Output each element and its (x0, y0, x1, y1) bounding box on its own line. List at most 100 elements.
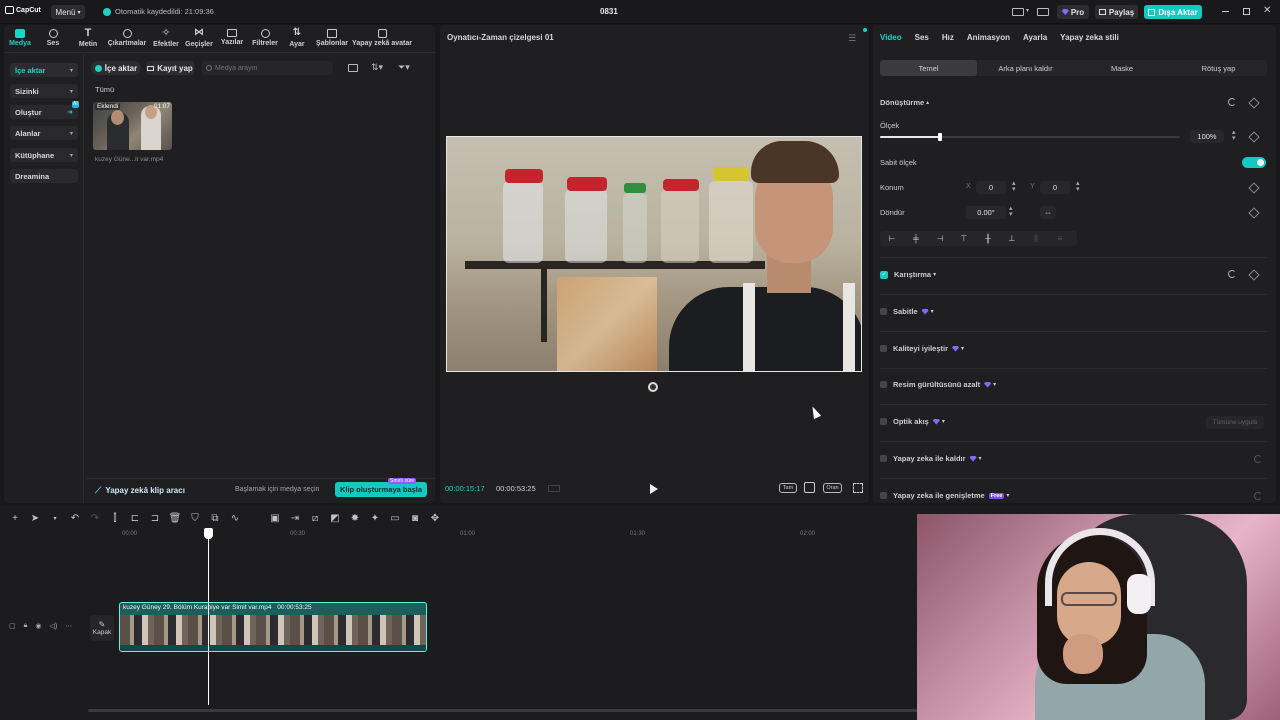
filter-all-label[interactable]: Tümü (95, 85, 114, 94)
playhead-handle[interactable] (204, 528, 213, 539)
search-input[interactable] (215, 64, 325, 72)
checkbox[interactable] (880, 492, 887, 499)
delete-icon[interactable]: 🗑 (169, 512, 182, 524)
remove-bg-icon[interactable]: ✸ (349, 512, 361, 524)
grid-view-icon[interactable] (348, 64, 358, 72)
start-clip-button[interactable]: Klip oluşturmaya başla (335, 482, 427, 497)
select-cursor-icon[interactable]: ➤ (29, 512, 41, 524)
lock-icon[interactable]: 🔒︎ (24, 622, 28, 630)
pos-x-field[interactable]: 0 (976, 181, 1006, 194)
track-expand-icon[interactable]: ▢ (9, 622, 16, 630)
media-search[interactable] (202, 61, 333, 75)
tab-ai-style[interactable]: Yapay zeka stili (1060, 33, 1119, 42)
distribute-v-icon[interactable]: ≡ (1048, 234, 1072, 243)
scale-slider-track[interactable] (880, 133, 1180, 141)
ai-remove-section[interactable]: Yapay zeka ile kaldır ▾ (880, 454, 982, 463)
tab-effects[interactable]: ✧ Efektler (151, 27, 181, 48)
effects-track-icon[interactable]: ✥ (429, 512, 441, 524)
play-icon[interactable] (650, 484, 658, 494)
camera-track-icon[interactable]: ◙ (409, 512, 421, 524)
import-button[interactable]: İçe aktar (91, 61, 141, 75)
curve-icon[interactable]: ∿ (229, 512, 241, 524)
tab-filters[interactable]: Filtreler (249, 29, 281, 47)
align-left-icon[interactable]: ⊢ (880, 234, 904, 243)
tab-captions[interactable]: Yazılar (218, 29, 246, 46)
close-icon[interactable]: ✕ (1263, 5, 1271, 16)
split-icon[interactable]: ⫿ (109, 512, 121, 524)
reset-icon[interactable] (1254, 492, 1262, 500)
stepper-icon[interactable]: ▴ ▾ (1012, 180, 1016, 193)
fullscreen-icon[interactable] (853, 483, 863, 493)
scale-slider-handle[interactable] (938, 133, 942, 141)
playhead-line[interactable] (208, 532, 209, 705)
sidebar-item-import[interactable]: İçe aktar ▾ (10, 63, 78, 77)
denoise-section[interactable]: Resim gürültüsünü azalt ▾ (880, 380, 996, 389)
tab-media[interactable]: Medya (8, 29, 32, 47)
pro-button[interactable]: Pro (1057, 5, 1089, 19)
trim-left-icon[interactable]: ⊏ (129, 512, 141, 524)
reverse-icon[interactable]: ⇥ (289, 512, 301, 524)
rotate-field[interactable]: 0.00° (966, 206, 1006, 219)
filter-icon[interactable]: ⏷▾ (398, 62, 410, 73)
tab-speed[interactable]: Hız (942, 33, 954, 42)
crop-icon[interactable]: ⧉ (209, 512, 221, 524)
tab-video[interactable]: Video (880, 33, 902, 42)
cover-button[interactable]: ✎ Kapak (90, 615, 114, 641)
freeze-icon[interactable]: ▣ (269, 512, 281, 524)
eye-icon[interactable]: ◉ (35, 622, 41, 630)
tab-audio[interactable]: Ses (42, 29, 64, 47)
magic-icon[interactable]: ✦ (369, 512, 381, 524)
mirror-icon[interactable]: ⧄ (309, 512, 321, 524)
minimize-icon[interactable] (1222, 11, 1229, 12)
sidebar-item-yours[interactable]: Sizinki ▾ (10, 84, 78, 98)
shortcut-icon[interactable] (1037, 8, 1049, 16)
apply-all-button[interactable]: Tümüne uygula (1206, 416, 1264, 429)
chevron-down-icon[interactable]: ▾ (1026, 7, 1029, 14)
add-track-icon[interactable]: + (9, 512, 21, 524)
redo-icon[interactable]: ↷ (89, 512, 101, 524)
rotate-icon[interactable]: ◩ (329, 512, 341, 524)
layout-icon[interactable] (1012, 8, 1024, 16)
subtab-mask[interactable]: Maske (1074, 60, 1170, 76)
align-right-icon[interactable]: ⊣ (928, 234, 952, 243)
tab-transitions[interactable]: ⋈ Geçişler (183, 27, 215, 48)
sidebar-item-spaces[interactable]: Alanlar ▾ (10, 126, 78, 140)
align-center-v-icon[interactable]: ╫ (976, 234, 1000, 243)
pos-y-field[interactable]: 0 (1040, 181, 1070, 194)
align-top-icon[interactable]: ⊤ (952, 234, 976, 243)
aspect-button[interactable]: Oran (823, 483, 842, 493)
optical-flow-section[interactable]: Optik akış ▾ (880, 417, 945, 426)
stabilize-section[interactable]: Sabitle ▾ (880, 307, 934, 316)
subtab-remove-bg[interactable]: Arka planı kaldır (977, 60, 1074, 76)
sidebar-item-library[interactable]: Kütüphane ▾ (10, 148, 78, 162)
video-preview[interactable] (446, 136, 862, 372)
flip-button[interactable]: ⇔ (1040, 206, 1056, 219)
screenshot-icon[interactable] (804, 482, 815, 493)
tab-stickers[interactable]: Çıkartmalar (107, 29, 147, 47)
ratio-button[interactable]: Tam (779, 483, 797, 493)
ai-expand-section[interactable]: Yapay zeka ile genişletme Free ▾ (880, 491, 1009, 500)
rotate-handle-icon[interactable] (648, 382, 658, 392)
blend-section[interactable]: ✓ Karıştırma ▾ (880, 270, 936, 279)
tab-templates[interactable]: Şablonlar (313, 29, 351, 47)
captions-track-icon[interactable]: ▭ (389, 512, 401, 524)
reset-icon[interactable] (1228, 98, 1236, 106)
align-center-h-icon[interactable]: ╪ (904, 234, 928, 243)
sidebar-item-create[interactable]: Oluştur ➜ (10, 105, 78, 119)
media-clip-thumbnail[interactable]: Eklendi 01:07 (93, 102, 172, 150)
sidebar-item-dreamina[interactable]: Dreamina (10, 169, 78, 183)
share-button[interactable]: Paylaş (1095, 5, 1138, 19)
distribute-h-icon[interactable]: ⫼ (1024, 234, 1048, 244)
checkbox[interactable] (880, 418, 887, 425)
enhance-section[interactable]: Kaliteyi iyileştir ▾ (880, 344, 964, 353)
subtab-retouch[interactable]: Rötuş yap (1170, 60, 1267, 76)
subtab-basic[interactable]: Temel (880, 60, 977, 76)
checkbox[interactable] (880, 381, 887, 388)
tab-adjust-props[interactable]: Ayarla (1023, 33, 1047, 42)
more-icon[interactable]: ⋯ (65, 622, 72, 630)
checkbox[interactable] (880, 308, 887, 315)
chevron-down-icon[interactable]: ▾ (49, 512, 61, 524)
checkbox[interactable] (880, 455, 887, 462)
tab-animation[interactable]: Animasyon (967, 33, 1010, 42)
marker-icon[interactable]: ⛉ (189, 512, 201, 524)
